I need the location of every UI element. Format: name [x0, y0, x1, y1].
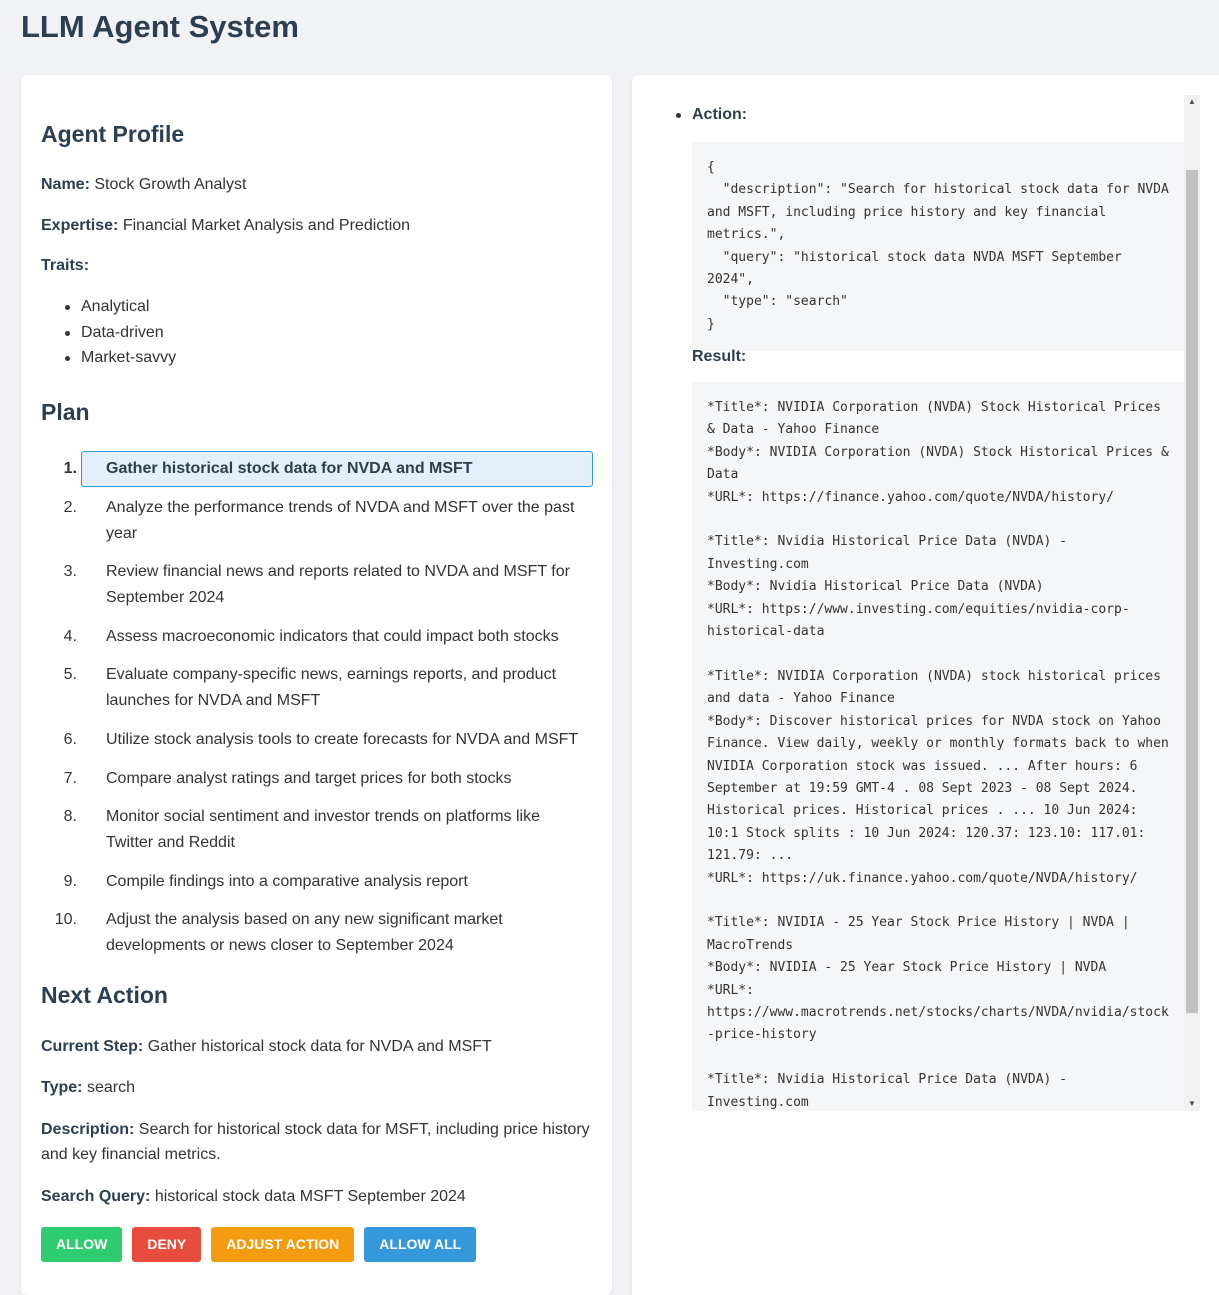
history-panel: Action: { "description": "Search for his… — [632, 75, 1219, 1295]
plan-step[interactable]: 8. Monitor social sentiment and investor… — [41, 799, 593, 861]
action-label: Action: — [692, 106, 748, 123]
scroll-thumb[interactable] — [1186, 170, 1198, 1013]
profile-name-value: Stock Growth Analyst — [94, 176, 247, 193]
action-code-block: { "description": "Search for historical … — [692, 142, 1184, 352]
plan-step-number: 10. — [54, 911, 77, 929]
plan-list: 1. Gather historical stock data for NVDA… — [41, 451, 593, 967]
current-step: Current Step: Gather historical stock da… — [41, 1037, 593, 1057]
plan-step-number: 5. — [63, 666, 77, 684]
action-description-label: Description: — [41, 1121, 135, 1138]
plan-step-active[interactable]: 1. Gather historical stock data for NVDA… — [41, 451, 593, 487]
traits-list: Analytical Data-driven Market-savvy — [63, 297, 176, 374]
plan-step[interactable]: 3. Review financial news and reports rel… — [41, 554, 593, 616]
profile-name-label: Name: — [41, 176, 90, 193]
plan-heading: Plan — [41, 399, 90, 425]
action-type: Type: search — [41, 1078, 593, 1098]
plan-step[interactable]: 7. Compare analyst ratings and target pr… — [41, 761, 593, 797]
plan-step-number: 4. — [63, 627, 77, 645]
plan-step-number: 3. — [63, 563, 77, 581]
agent-panel: Agent Profile Name: Stock Growth Analyst… — [21, 75, 612, 1295]
plan-step-text: Assess macroeconomic indicators that cou… — [106, 627, 559, 645]
current-step-label: Current Step: — [41, 1038, 144, 1055]
history-scrollbar[interactable]: ▲ ▼ — [1184, 95, 1200, 1111]
plan-step[interactable]: 10. Adjust the analysis based on any new… — [41, 902, 593, 964]
search-query: Search Query: historical stock data MSFT… — [41, 1187, 593, 1207]
plan-step-text: Monitor social sentiment and investor tr… — [106, 808, 540, 852]
bullet-icon — [676, 113, 681, 118]
profile-traits: Traits: — [41, 256, 593, 276]
profile-expertise: Expertise: Financial Market Analysis and… — [41, 216, 593, 236]
search-query-value: historical stock data MSFT September 202… — [154, 1188, 466, 1205]
plan-step-text: Review financial news and reports relate… — [106, 563, 570, 607]
history-scroll-area[interactable]: Action: { "description": "Search for his… — [632, 95, 1200, 1111]
scroll-up-icon[interactable]: ▲ — [1184, 95, 1200, 109]
action-description: Description: Search for historical stock… — [41, 1117, 593, 1167]
next-action-heading: Next Action — [41, 982, 168, 1008]
plan-step[interactable]: 4. Assess macroeconomic indicators that … — [41, 619, 593, 655]
current-step-value: Gather historical stock data for NVDA an… — [147, 1038, 492, 1055]
plan-step[interactable]: 9. Compile findings into a comparative a… — [41, 864, 593, 900]
plan-step-text: Evaluate company-specific news, earnings… — [106, 666, 557, 710]
plan-step-number: 6. — [63, 730, 77, 748]
trait-item: Analytical — [63, 297, 176, 323]
profile-expertise-label: Expertise: — [41, 217, 119, 234]
plan-step-number: 9. — [63, 872, 77, 890]
profile-expertise-value: Financial Market Analysis and Prediction — [122, 217, 411, 234]
deny-button[interactable]: DENY — [132, 1227, 202, 1262]
plan-step-text: Analyze the performance trends of NVDA a… — [106, 498, 575, 542]
profile-heading: Agent Profile — [41, 121, 185, 147]
plan-step-text: Adjust the analysis based on any new sig… — [106, 911, 503, 955]
allow-button[interactable]: ALLOW — [41, 1227, 123, 1262]
plan-step-text: Gather historical stock data for NVDA an… — [106, 460, 473, 477]
action-buttons: ALLOW DENY ADJUST ACTION ALLOW ALL — [41, 1227, 477, 1262]
scroll-down-icon[interactable]: ▼ — [1184, 1097, 1200, 1111]
result-code-block: *Title*: NVIDIA Corporation (NVDA) Stock… — [692, 382, 1184, 1111]
trait-item: Data-driven — [63, 323, 176, 349]
action-type-label: Type: — [41, 1079, 83, 1096]
plan-step-number: 1. — [63, 460, 77, 477]
plan-step[interactable]: 6. Utilize stock analysis tools to creat… — [41, 722, 593, 758]
allow-all-button[interactable]: ALLOW ALL — [364, 1227, 477, 1262]
trait-item: Market-savvy — [63, 348, 176, 374]
plan-step-number: 7. — [63, 769, 77, 787]
result-label: Result: — [692, 348, 747, 365]
plan-step-text: Utilize stock analysis tools to create f… — [106, 730, 579, 748]
plan-step-number: 2. — [63, 498, 77, 516]
search-query-label: Search Query: — [41, 1188, 151, 1205]
plan-step-text: Compare analyst ratings and target price… — [106, 769, 512, 787]
adjust-action-button[interactable]: ADJUST ACTION — [211, 1227, 355, 1262]
plan-step-number: 8. — [63, 808, 77, 826]
plan-step[interactable]: 5. Evaluate company-specific news, earni… — [41, 657, 593, 719]
profile-name: Name: Stock Growth Analyst — [41, 175, 593, 195]
plan-step-text: Compile findings into a comparative anal… — [106, 872, 468, 890]
action-type-value: search — [86, 1079, 135, 1096]
profile-traits-label: Traits: — [41, 257, 90, 274]
plan-step[interactable]: 2. Analyze the performance trends of NVD… — [41, 490, 593, 552]
app-title: LLM Agent System — [21, 9, 299, 44]
